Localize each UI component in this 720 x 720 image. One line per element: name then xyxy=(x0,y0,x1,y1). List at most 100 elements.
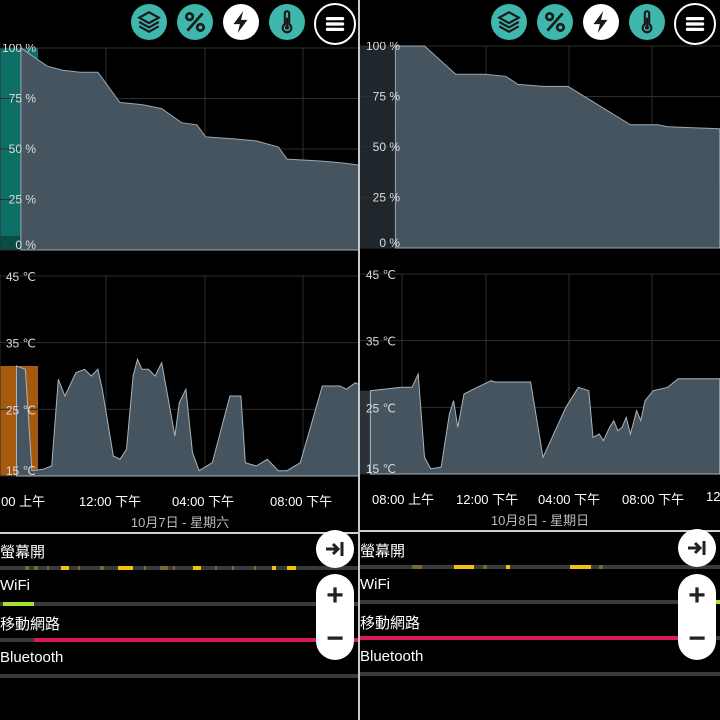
screen-on-label: 螢幕開 xyxy=(360,543,406,560)
zoom-out-button[interactable]: − xyxy=(316,617,354,660)
jump-to-end-button[interactable] xyxy=(316,530,354,568)
zoom-control: + − xyxy=(678,574,716,660)
screen-on-timeline xyxy=(0,566,360,570)
timeline-segment xyxy=(34,566,39,570)
time-tick: 04:00 下午 xyxy=(172,494,235,509)
timeline-segment xyxy=(482,565,487,569)
battery-tick-label: 25 % xyxy=(9,193,37,207)
timeline-segment xyxy=(214,566,217,570)
layers-icon[interactable] xyxy=(491,4,527,40)
divider-line xyxy=(360,530,720,532)
date-label: 10月8日 - 星期日 xyxy=(490,513,590,528)
mobile-network-timeline xyxy=(0,638,360,642)
time-tick: 12:00 下午 xyxy=(456,492,519,507)
timeline-segment xyxy=(570,565,591,569)
date-label: 10月7日 - 星期六 xyxy=(130,515,230,530)
timeline-segment xyxy=(360,636,679,640)
time-tick: 08:00 上午 xyxy=(0,494,46,509)
timeline-segment xyxy=(192,566,202,570)
wifi-timeline xyxy=(360,600,720,604)
time-tick: 08:00 上午 xyxy=(372,492,435,507)
battery-tick-label: 0 % xyxy=(15,238,36,252)
time-tick: 12 xyxy=(706,489,720,504)
bluetooth-timeline xyxy=(0,674,360,678)
timeline-segment xyxy=(3,602,35,606)
battery-tick-label: 100 % xyxy=(2,44,36,55)
timeline-segment xyxy=(117,566,134,570)
bluetooth-label: Bluetooth xyxy=(0,649,64,666)
timeline-segment xyxy=(453,565,475,569)
temperature-tick-label: 15 ℃ xyxy=(6,464,36,478)
timeline-segment xyxy=(60,566,70,570)
screen-on-label: 螢幕開 xyxy=(0,544,46,561)
thermometer-icon[interactable] xyxy=(269,4,305,40)
lightning-icon[interactable] xyxy=(583,4,619,40)
timeline-segment xyxy=(78,566,81,570)
temperature-tick-label: 45 ℃ xyxy=(6,270,36,284)
panel-divider xyxy=(358,0,360,720)
temperature-chart: 45 ℃ 35 ℃ 25 ℃ 15 ℃ xyxy=(0,270,360,478)
battery-series-area xyxy=(394,45,720,249)
timeline-segment xyxy=(271,566,277,570)
wifi-label: WiFi xyxy=(0,577,30,594)
temperature-chart: 45 ℃ 35 ℃ 25 ℃ 15 ℃ xyxy=(360,268,720,476)
wifi-label: WiFi xyxy=(360,576,390,593)
bluetooth-label: Bluetooth xyxy=(360,648,424,665)
battery-tick-label: 75 % xyxy=(373,90,401,104)
day-panel-oct7: 100 % 75 % 50 % 25 % 0 % 45 ℃ 35 ℃ 25 ℃ 15 ℃ 08… xyxy=(0,0,360,720)
battery-tick-label: 50 % xyxy=(373,140,401,154)
timeline-segment xyxy=(159,566,169,570)
timeline-segment xyxy=(144,566,147,570)
time-tick: 04:00 下午 xyxy=(538,492,601,507)
arrow-to-end-icon xyxy=(688,541,706,555)
temperature-series-area xyxy=(16,357,360,477)
time-tick: 08:00 下午 xyxy=(270,494,333,509)
divider-line xyxy=(0,532,360,534)
temperature-series-area xyxy=(369,372,720,475)
timeline-segment xyxy=(412,565,423,569)
layers-icon[interactable] xyxy=(131,4,167,40)
arrow-to-end-icon xyxy=(326,542,344,556)
zoom-in-button[interactable]: + xyxy=(316,574,354,617)
temperature-tick-label: 25 ℃ xyxy=(366,401,396,415)
timeline-segment xyxy=(34,638,360,642)
mobile-network-label: 移動網路 xyxy=(360,615,421,632)
day-panel-oct8: 100 % 75 % 50 % 25 % 0 % 45 ℃ 35 ℃ 25 ℃ 15 ℃ 08… xyxy=(360,0,720,720)
menu-icon[interactable] xyxy=(674,3,716,45)
timeline-segment xyxy=(25,566,29,570)
percent-icon[interactable] xyxy=(537,4,573,40)
battery-tick-label: 75 % xyxy=(9,92,37,106)
battery-chart: 100 % 75 % 50 % 25 % 0 % xyxy=(360,42,720,250)
mobile-network-label: 移動網路 xyxy=(0,616,61,633)
timeline-segment xyxy=(287,566,296,570)
timeline-segment xyxy=(232,566,235,570)
temperature-tick-label: 15 ℃ xyxy=(366,462,396,476)
percent-icon[interactable] xyxy=(177,4,213,40)
battery-tick-label: 25 % xyxy=(373,191,401,205)
timeline-segment xyxy=(505,565,510,569)
zoom-control: + − xyxy=(316,574,354,660)
zoom-in-button[interactable]: + xyxy=(678,574,716,617)
wifi-timeline xyxy=(0,602,360,606)
jump-to-end-button[interactable] xyxy=(678,529,716,567)
temperature-tick-label: 35 ℃ xyxy=(6,337,36,351)
thermometer-icon[interactable] xyxy=(629,4,665,40)
timeline-segment xyxy=(172,566,175,570)
screen-on-timeline xyxy=(360,565,720,569)
lightning-icon[interactable] xyxy=(223,4,259,40)
bluetooth-timeline xyxy=(360,672,720,676)
menu-icon[interactable] xyxy=(314,3,356,45)
timeline-segment xyxy=(100,566,105,570)
time-tick: 12:00 下午 xyxy=(79,494,142,509)
timeline-segment xyxy=(254,566,257,570)
battery-tick-label: 0 % xyxy=(379,236,400,250)
time-tick: 08:00 下午 xyxy=(622,492,685,507)
temperature-tick-label: 45 ℃ xyxy=(366,268,396,282)
battery-chart: 100 % 75 % 50 % 25 % 0 % xyxy=(0,44,360,252)
mobile-network-timeline xyxy=(360,636,720,640)
temperature-tick-label: 25 ℃ xyxy=(6,403,36,417)
battery-tick-label: 50 % xyxy=(9,142,37,156)
temperature-tick-label: 35 ℃ xyxy=(366,335,396,349)
zoom-out-button[interactable]: − xyxy=(678,617,716,660)
battery-tick-label: 100 % xyxy=(366,42,400,53)
